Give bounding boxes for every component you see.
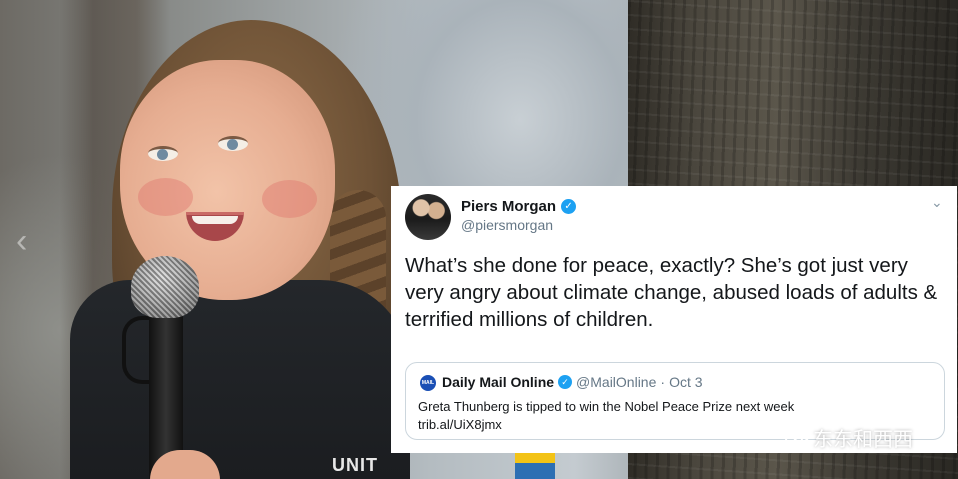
- right-eye: [218, 136, 248, 151]
- quoted-link[interactable]: trib.al/UiX8jmx: [418, 416, 794, 434]
- tweet-card: Piers Morgan ✓ @piersmorgan ⌄ What’s she…: [391, 186, 957, 453]
- left-cheek: [138, 178, 193, 216]
- daily-mail-logo-icon: MAIL: [420, 375, 436, 391]
- watermark: 东东和西西: [785, 423, 913, 452]
- verified-badge-icon: ✓: [558, 375, 573, 389]
- chevron-left-icon: ‹: [16, 222, 28, 260]
- chevron-down-icon[interactable]: ⌄: [931, 194, 943, 211]
- left-eye: [148, 146, 178, 161]
- microphone-head: [131, 256, 199, 318]
- jacket: [70, 280, 410, 479]
- flag-fragment: [515, 452, 555, 479]
- separator-dot: ·: [660, 374, 666, 390]
- watermark-text: 东东和西西: [813, 429, 913, 451]
- right-cheek: [262, 180, 317, 218]
- avatar[interactable]: [405, 194, 451, 240]
- quoted-text: Greta Thunberg is tipped to win the Nobe…: [418, 398, 794, 434]
- jacket-lettering: UNIT: [332, 455, 378, 475]
- verified-badge-icon: ✓: [561, 199, 577, 214]
- wechat-icon: [785, 429, 809, 449]
- quoted-author-name: Daily Mail Online: [442, 374, 555, 390]
- author-handle[interactable]: @piersmorgan: [461, 217, 553, 233]
- quoted-author-row: Daily Mail Online ✓ @MailOnline · Oct 3: [442, 374, 703, 390]
- quoted-headline: Greta Thunberg is tipped to win the Nobe…: [418, 399, 795, 414]
- author-name[interactable]: Piers Morgan: [461, 198, 556, 215]
- tweet-author-row: Piers Morgan ✓: [461, 198, 577, 215]
- quoted-author-handle: @MailOnline: [576, 374, 657, 390]
- quoted-date: Oct 3: [669, 374, 703, 390]
- tweet-text: What’s she done for peace, exactly? She’…: [405, 254, 938, 331]
